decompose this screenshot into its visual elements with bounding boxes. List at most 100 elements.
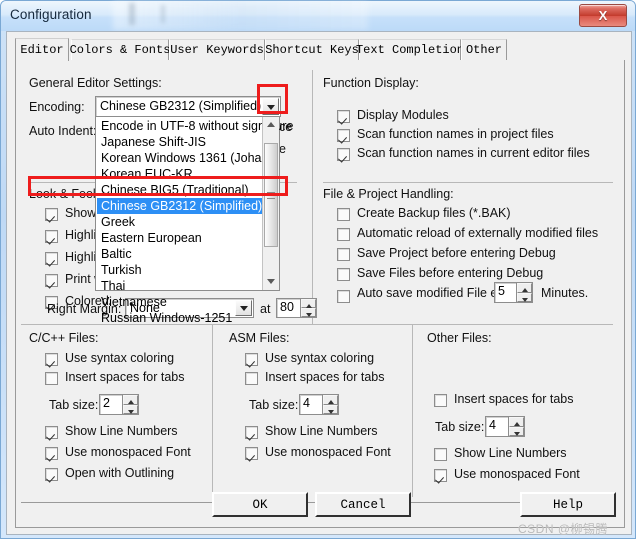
chevron-down-icon[interactable] (262, 98, 279, 115)
checkbox-save-project-debug[interactable] (337, 248, 350, 261)
checkbox-auto-reload[interactable] (337, 228, 350, 241)
tab-label: Shortcut Keys (265, 43, 359, 57)
checkbox-label-create-backup: Create Backup files (*.BAK) (357, 206, 511, 220)
checkbox-cpp-line-numbers[interactable] (45, 426, 58, 439)
checkbox-other-line-numbers[interactable] (434, 448, 447, 461)
checkbox-cpp-outlining[interactable] (45, 468, 58, 481)
spinner-up-icon[interactable] (301, 299, 316, 308)
tab-colors-and-fonts[interactable]: Colors & Fonts (70, 39, 170, 60)
checkbox-other-monospaced[interactable] (434, 469, 447, 482)
spinner-down-icon[interactable] (123, 404, 138, 414)
dropdown-item-selected[interactable]: Chinese GB2312 (Simplified) (97, 198, 262, 214)
checkbox-create-backup[interactable] (337, 208, 350, 221)
dropdown-item[interactable]: Vietnamese (97, 294, 262, 310)
close-button[interactable]: X (579, 4, 627, 27)
checkbox-highlight-1[interactable] (45, 230, 58, 243)
cpp-tab-size-spinner[interactable] (122, 395, 138, 414)
dropdown-item[interactable]: Japanese Shift-JIS (97, 134, 262, 150)
checkbox-label-cpp-line-numbers: Show Line Numbers (65, 424, 178, 438)
checkbox-label-other-line-numbers: Show Line Numbers (454, 446, 567, 460)
dropdown-item[interactable]: Chinese BIG5 (Traditional) (97, 182, 262, 198)
spinner-up-icon[interactable] (517, 283, 532, 293)
dropdown-item[interactable]: Eastern European (97, 230, 262, 246)
dropdown-item[interactable]: Greek (97, 214, 262, 230)
checkbox-cpp-monospaced[interactable] (45, 447, 58, 460)
checkbox-cpp-insert-spaces[interactable] (45, 372, 58, 385)
checkbox-scan-editor-files[interactable] (337, 148, 350, 161)
auto-indent-obscured-text-2: e (279, 142, 286, 156)
spinner-up-icon[interactable] (123, 395, 138, 405)
checkbox-label-save-project-debug: Save Project before entering Debug (357, 246, 556, 260)
checkbox-label-asm-line-numbers: Show Line Numbers (265, 424, 378, 438)
dropdown-item[interactable]: Korean Windows 1361 (Johab) (97, 150, 273, 166)
ok-button[interactable]: OK (212, 492, 308, 517)
checkbox-scan-project-files[interactable] (337, 129, 350, 142)
title-bar-artifact-3 (161, 5, 165, 23)
checkbox-auto-save[interactable] (337, 290, 350, 303)
auto-save-minutes-value: 5 (498, 284, 505, 298)
other-tab-size-value: 4 (489, 418, 496, 432)
encoding-dropdown-list[interactable]: Encode in UTF-8 without signature Japane… (95, 116, 293, 325)
spinner-down-icon[interactable] (509, 426, 524, 436)
checkbox-label-scan-editor-files: Scan function names in current editor fi… (357, 146, 590, 160)
checkbox-show-m[interactable] (45, 208, 58, 221)
title-bar-artifact-2 (129, 3, 135, 25)
cpp-asm-divider (212, 325, 213, 497)
look-and-feel-heading: Look & Feel (29, 187, 96, 201)
dropdown-item[interactable]: Russian Windows-1251 (97, 310, 262, 326)
checkbox-label-other-monospaced: Use monospaced Font (454, 467, 580, 481)
cancel-button[interactable]: Cancel (315, 492, 411, 517)
spinner-up-icon[interactable] (509, 417, 524, 427)
spinner-down-icon[interactable] (517, 292, 532, 302)
scrollbar-thumb[interactable] (264, 143, 278, 247)
checkbox-label-cpp-outlining: Open with Outlining (65, 466, 175, 480)
checkbox-print-with[interactable] (45, 274, 58, 287)
dropdown-item[interactable]: Baltic (97, 246, 262, 262)
other-tab-size-stepper[interactable]: 4 (485, 416, 525, 437)
scroll-up-icon[interactable] (263, 117, 279, 133)
checkbox-asm-insert-spaces[interactable] (245, 372, 258, 385)
other-tab-size-spinner[interactable] (508, 417, 524, 436)
tab-other[interactable]: Other (461, 39, 507, 60)
tab-shortcut-keys[interactable]: Shortcut Keys (265, 39, 359, 60)
checkbox-label-asm-monospaced: Use monospaced Font (265, 445, 391, 459)
asm-tab-size-spinner[interactable] (322, 395, 338, 414)
function-display-heading: Function Display: (323, 76, 419, 90)
auto-save-spinner[interactable] (516, 283, 532, 302)
asm-other-divider (412, 325, 413, 497)
dropdown-item[interactable]: Thai (97, 278, 262, 294)
auto-save-minutes-stepper[interactable]: 5 (494, 282, 533, 303)
checkbox-save-files-debug[interactable] (337, 268, 350, 281)
dropdown-item[interactable]: Turkish (97, 262, 262, 278)
help-button[interactable]: Help (520, 492, 616, 517)
dialog-client-area: Editor Colors & Fonts User Keywords Shor… (6, 31, 632, 535)
tab-text-completion[interactable]: Text Completion (356, 39, 464, 60)
tab-label: Other (465, 43, 502, 57)
spinner-up-icon[interactable] (323, 395, 338, 405)
checkbox-asm-syntax-coloring[interactable] (245, 353, 258, 366)
right-margin-column-stepper[interactable]: 80 (276, 298, 317, 318)
dropdown-item[interactable]: Encode in UTF-8 without signature (97, 118, 293, 134)
tab-editor[interactable]: Editor (15, 38, 69, 61)
window-title: Configuration (10, 7, 92, 22)
dropdown-scrollbar[interactable] (262, 117, 279, 290)
checkbox-cpp-syntax-coloring[interactable] (45, 353, 58, 366)
asm-tab-size-stepper[interactable]: 4 (299, 394, 339, 415)
spinner-down-icon[interactable] (301, 308, 316, 317)
encoding-combobox[interactable]: Chinese GB2312 (Simplified) (95, 96, 281, 117)
checkbox-highlight-2[interactable] (45, 252, 58, 265)
right-margin-column-spinner[interactable] (300, 299, 316, 317)
dropdown-item[interactable]: Korean EUC-KR (97, 166, 262, 182)
checkbox-display-modules[interactable] (337, 110, 350, 123)
tab-user-keywords[interactable]: User Keywords (169, 39, 265, 60)
cpp-files-heading: C/C++ Files: (29, 331, 99, 345)
checkbox-asm-line-numbers[interactable] (245, 426, 258, 439)
cpp-tab-size-stepper[interactable]: 2 (99, 394, 139, 415)
title-bar-artifact (113, 1, 368, 30)
scroll-down-icon[interactable] (263, 274, 279, 290)
spinner-down-icon[interactable] (323, 404, 338, 414)
checkbox-other-insert-spaces[interactable] (434, 394, 447, 407)
auto-indent-label: Auto Indent: (29, 124, 97, 138)
right-margin-column-value: 80 (280, 300, 294, 314)
checkbox-asm-monospaced[interactable] (245, 447, 258, 460)
